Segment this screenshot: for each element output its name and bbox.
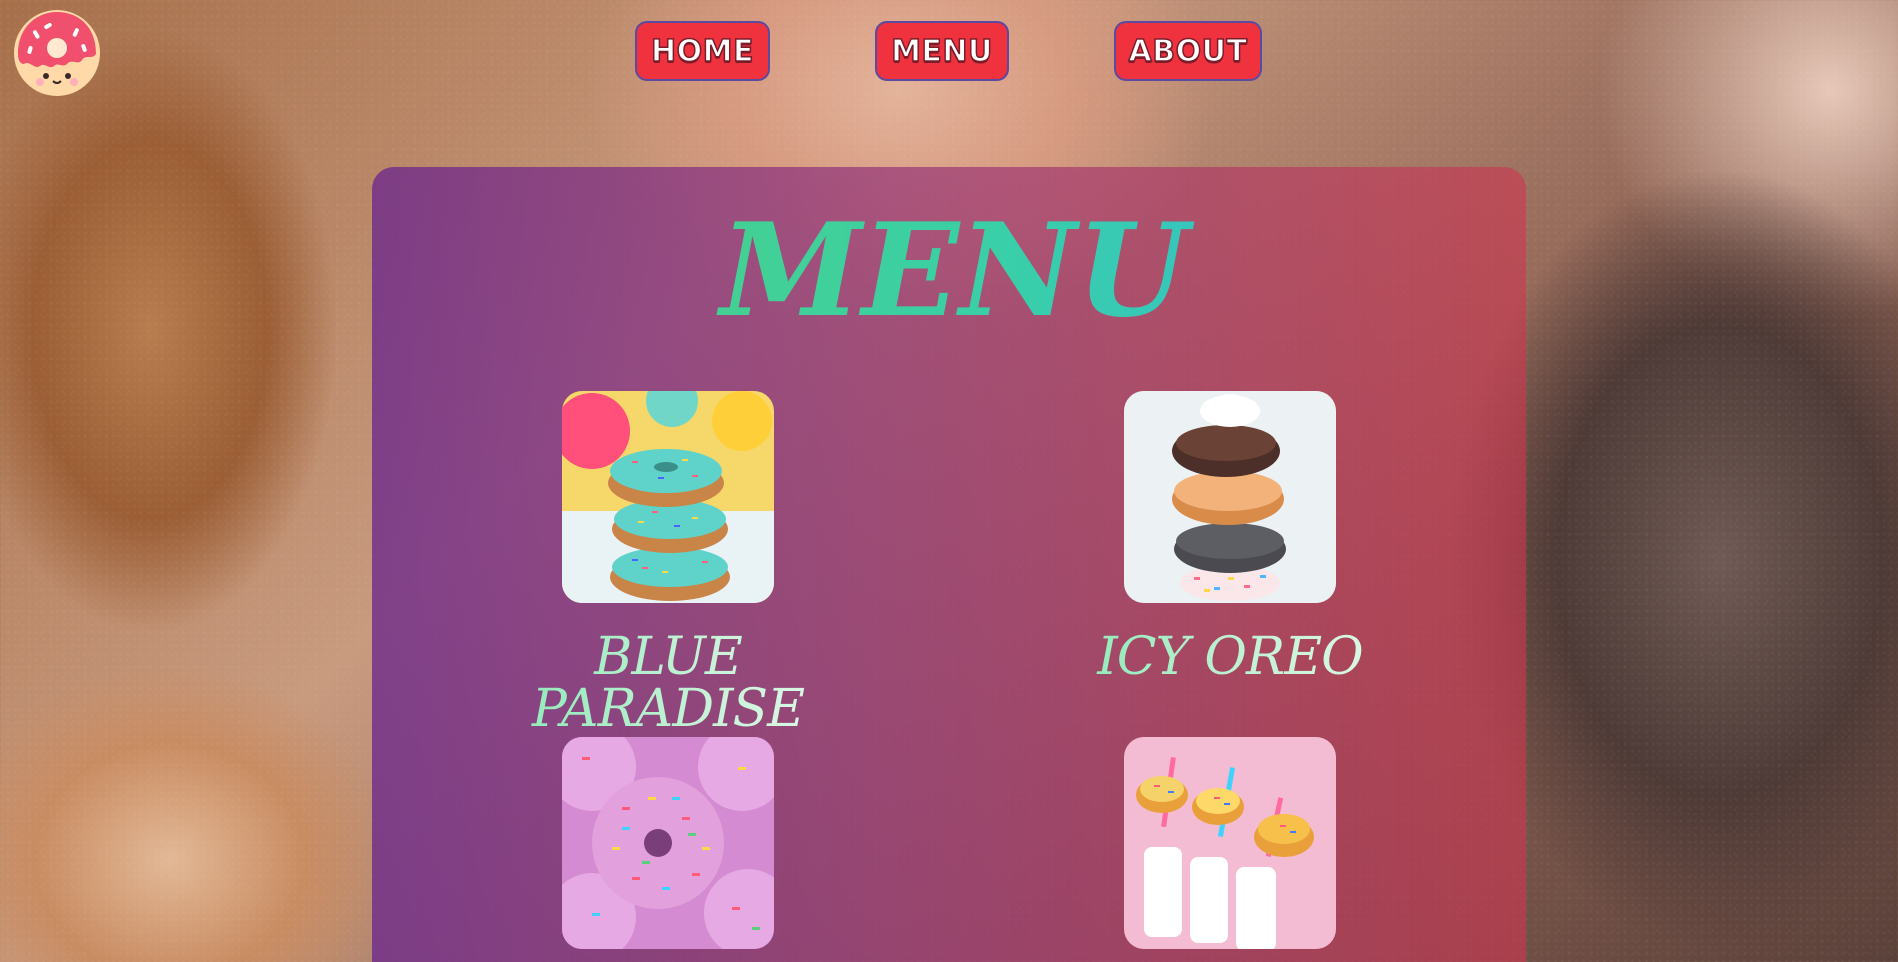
oreo-donut-stack-image[interactable] (1124, 391, 1336, 603)
pink-sprinkle-donuts-image[interactable] (562, 737, 774, 949)
menu-button[interactable]: MENU (875, 21, 1009, 81)
top-navigation: HOME MENU ABOUT (0, 21, 1898, 83)
donut-milk-bottles-image[interactable] (1124, 737, 1336, 949)
menu-item-name: ICY OREO (1020, 631, 1440, 683)
menu-panel: MENU BLUE PARADISE ICY OREO (372, 167, 1526, 962)
menu-title: MENU (372, 207, 1526, 335)
blue-donut-stack-image[interactable] (562, 391, 774, 603)
menu-item-name: BLUE PARADISE (458, 631, 878, 735)
about-button[interactable]: ABOUT (1114, 21, 1262, 81)
home-button[interactable]: HOME (635, 21, 770, 81)
